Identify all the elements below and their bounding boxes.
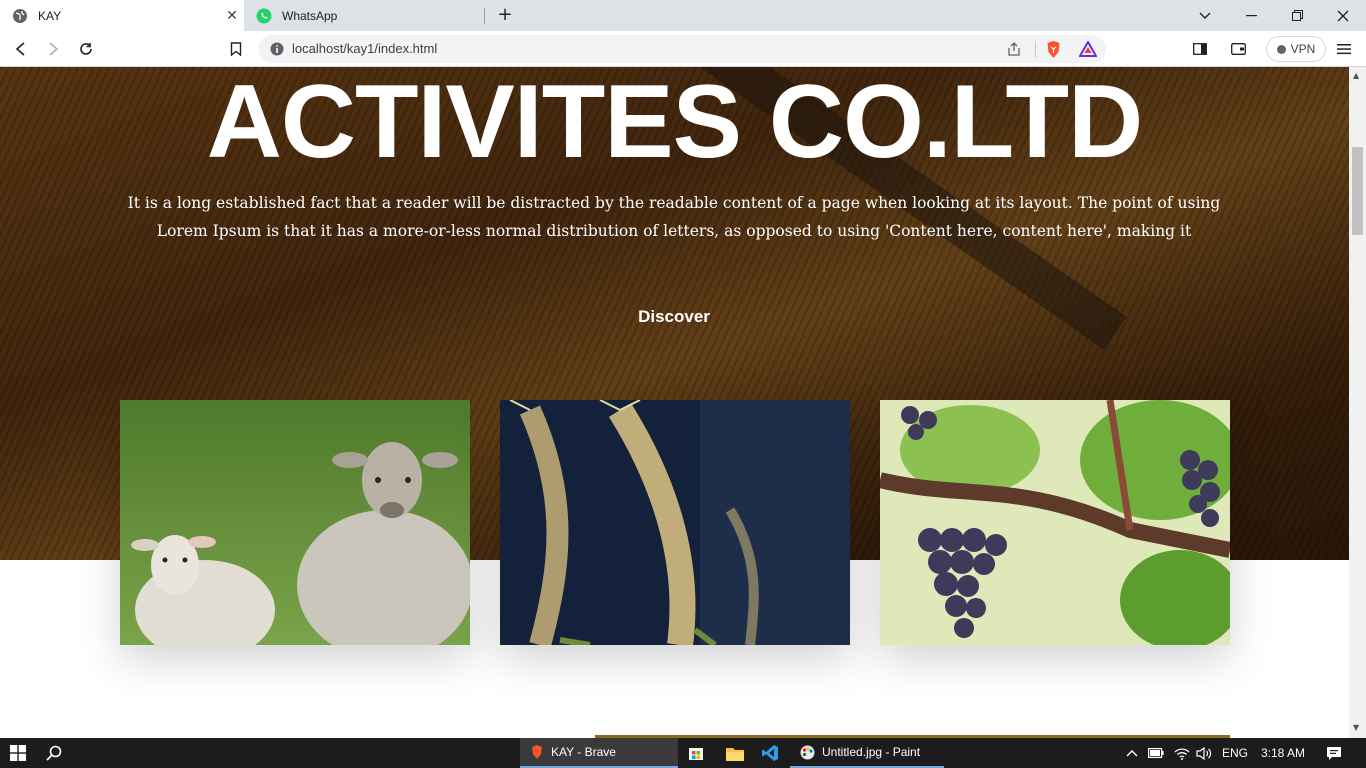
taskbar-paint[interactable]: Untitled.jpg - Paint	[790, 738, 944, 768]
taskbar-brave[interactable]: KAY - Brave	[520, 738, 678, 768]
restore-icon	[1291, 10, 1303, 21]
brave-rewards-icon[interactable]	[1079, 41, 1097, 57]
volume-button[interactable]	[1196, 738, 1212, 768]
back-arrow-icon	[15, 42, 25, 56]
brave-icon	[532, 745, 542, 759]
restore-button[interactable]	[1274, 0, 1320, 31]
close-icon	[1337, 10, 1349, 21]
tab-title: WhatsApp	[282, 8, 338, 23]
chevron-up-icon	[1126, 750, 1138, 757]
tab-search-button[interactable]	[1182, 0, 1228, 31]
chevron-down-icon	[1199, 12, 1211, 19]
site-info-icon[interactable]	[270, 42, 284, 56]
share-icon[interactable]	[1007, 42, 1021, 56]
volume-icon	[1196, 746, 1212, 760]
reload-button[interactable]	[74, 37, 98, 61]
hero-title: ACTIVITES CO.LTD	[206, 67, 1143, 180]
wallet-button[interactable]	[1226, 37, 1250, 61]
wifi-button[interactable]	[1174, 738, 1190, 768]
whatsapp-icon	[256, 8, 272, 24]
vpn-status-icon	[1276, 44, 1286, 54]
tab-strip: KAY ✕ WhatsApp +	[0, 0, 1366, 31]
sidebar-button[interactable]	[1188, 37, 1212, 61]
vscode-icon	[762, 745, 778, 761]
windows-taskbar: KAY - Brave Untitled.jpg - Paint ENG 3:1…	[0, 738, 1366, 768]
tab-whatsapp[interactable]: WhatsApp	[244, 0, 484, 31]
brave-shields-icon[interactable]	[1045, 40, 1062, 59]
url-text: localhost/kay1/index.html	[292, 41, 438, 56]
search-button[interactable]	[46, 738, 62, 768]
card-sheep[interactable]	[120, 400, 470, 645]
wallet-icon	[1230, 43, 1246, 55]
omnibox-divider	[1035, 41, 1036, 57]
vpn-button[interactable]: VPN	[1266, 36, 1326, 62]
taskbar-app-label: KAY - Brave	[551, 745, 616, 759]
scroll-up-icon[interactable]: ▲	[1353, 71, 1359, 80]
notification-icon	[1327, 746, 1341, 760]
folder-icon	[726, 747, 744, 761]
wifi-icon	[1174, 747, 1190, 760]
minimize-button[interactable]	[1228, 0, 1274, 31]
language-indicator[interactable]: ENG	[1222, 738, 1248, 768]
close-window-button[interactable]	[1320, 0, 1366, 31]
show-hidden-icons-button[interactable]	[1126, 738, 1138, 768]
grapes-photo-icon	[880, 400, 1230, 645]
discover-button[interactable]: Discover	[624, 307, 724, 327]
page-scrollbar[interactable]: ▲ ▼	[1349, 67, 1366, 738]
battery-icon	[1148, 748, 1164, 758]
menu-button[interactable]	[1332, 37, 1356, 61]
page-viewport: ACTIVITES CO.LTD It is a long establishe…	[0, 67, 1349, 738]
globe-icon	[12, 8, 28, 24]
forward-button[interactable]	[41, 37, 65, 61]
store-icon	[689, 748, 703, 760]
taskbar-vscode[interactable]	[762, 738, 778, 768]
clock[interactable]: 3:18 AM	[1261, 738, 1305, 768]
back-button[interactable]	[9, 37, 33, 61]
tab-divider	[484, 8, 485, 24]
taskbar-store[interactable]	[688, 738, 704, 768]
sidebar-icon	[1193, 43, 1207, 55]
vpn-label: VPN	[1290, 42, 1316, 56]
scroll-thumb[interactable]	[1352, 147, 1363, 235]
sheep-photo-icon	[120, 400, 470, 645]
hamburger-menu-icon	[1337, 44, 1351, 55]
close-tab-icon[interactable]: ✕	[220, 7, 244, 24]
battery-button[interactable]	[1148, 738, 1164, 768]
taskbar-file-explorer[interactable]	[726, 738, 744, 768]
card-wheat[interactable]	[500, 400, 850, 645]
windows-logo-icon	[10, 745, 26, 761]
paint-icon	[800, 745, 815, 759]
wheat-photo-icon	[500, 400, 850, 645]
taskbar-app-label: Untitled.jpg - Paint	[822, 745, 921, 759]
reload-icon	[80, 43, 92, 55]
browser-toolbar: localhost/kay1/index.html VPN	[0, 31, 1366, 67]
tab-title: KAY	[38, 8, 62, 23]
bookmark-icon	[230, 42, 242, 56]
new-tab-button[interactable]: +	[494, 4, 516, 26]
notifications-button[interactable]	[1326, 738, 1342, 768]
search-icon	[46, 745, 62, 761]
forward-arrow-icon	[49, 42, 59, 56]
hero-description: It is a long established fact that a rea…	[127, 194, 1221, 240]
scroll-down-icon[interactable]: ▼	[1353, 723, 1359, 732]
start-button[interactable]	[10, 738, 26, 768]
card-grapes[interactable]	[880, 400, 1230, 645]
minimize-icon	[1245, 14, 1257, 16]
tab-kay[interactable]: KAY ✕	[0, 0, 244, 31]
address-bar[interactable]: localhost/kay1/index.html	[258, 35, 1106, 63]
bookmark-button[interactable]	[224, 37, 248, 61]
